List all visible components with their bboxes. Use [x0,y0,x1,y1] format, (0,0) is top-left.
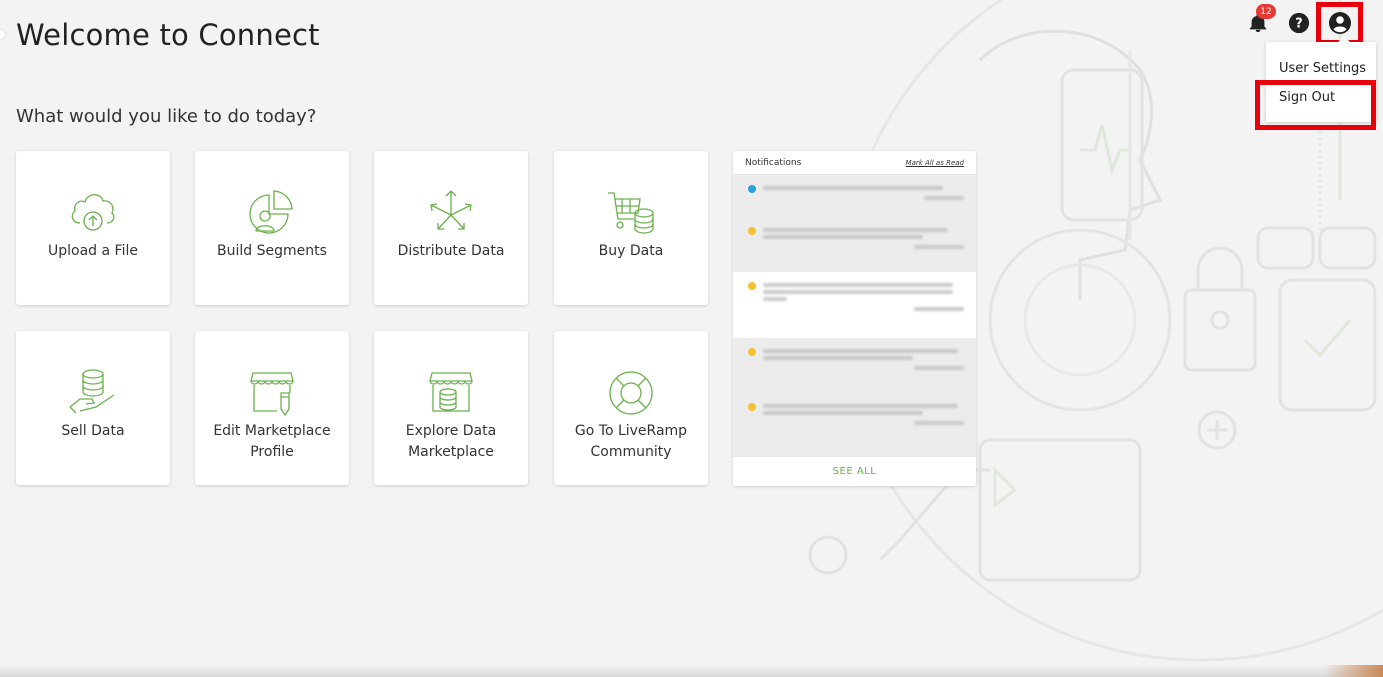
help-circle-icon: ? [1288,12,1310,34]
notification-item[interactable] [733,338,976,393]
lifebuoy-icon [609,371,653,415]
storefront-edit-icon [250,372,294,417]
cloud-upload-icon [71,194,115,231]
help-button[interactable]: ? [1287,11,1311,35]
tile-label: Buy Data [598,243,664,259]
tile-label: Build Segments [217,243,327,259]
tile-label: Sell Data [61,423,125,439]
sign-out-menu-item[interactable]: Sign Out [1279,90,1335,105]
upload-file-tile[interactable]: Upload a File [16,151,170,305]
tile-label: Upload a File [48,243,138,259]
notifications-footer: SEE ALL [733,456,976,486]
notifications-panel: Notifications Mark All as Read SEE ALL [733,151,976,486]
bottom-corner-accent [1323,665,1383,677]
tile-label: Edit Marketplace Profile [213,423,331,460]
notification-item[interactable] [733,272,976,338]
warning-icon [748,282,756,290]
edit-marketplace-profile-tile[interactable]: Edit Marketplace Profile [195,331,349,485]
distribute-data-tile[interactable]: Distribute Data [374,151,528,305]
warning-icon [748,227,756,235]
build-segments-tile[interactable]: Build Segments [195,151,349,305]
notification-item[interactable] [733,217,976,272]
warning-icon [748,403,756,411]
menu-caret [1338,36,1350,42]
liveramp-community-tile[interactable]: Go To LiveRamp Community [554,331,708,485]
tile-label: Explore Data Marketplace [405,423,497,460]
hand-database-icon [69,369,115,414]
notifications-title: Notifications [745,157,802,168]
see-all-link[interactable]: SEE ALL [833,466,877,477]
tile-label: Distribute Data [397,243,505,259]
notifications-header: Notifications Mark All as Read [733,151,976,175]
storefront-database-icon [429,372,473,412]
notification-item[interactable] [733,175,976,217]
user-menu: User Settings Sign Out [1266,36,1376,122]
notifications-button[interactable]: 12 [1246,4,1276,35]
sell-data-tile[interactable]: Sell Data [16,331,170,485]
warning-icon [748,348,756,356]
user-circle-icon [1329,12,1351,34]
notifications-list[interactable] [733,175,976,456]
segment-pie-icon [249,190,293,234]
cart-database-icon [608,192,654,234]
bottom-edge [0,665,1383,677]
side-handle[interactable] [0,30,5,39]
explore-data-marketplace-tile[interactable]: Explore Data Marketplace [374,331,528,485]
tile-label: Go To LiveRamp Community [574,423,688,460]
header-actions: 12 ? [1246,4,1352,35]
distribute-arrows-icon [430,190,472,230]
page-subtitle: What would you like to do today? [16,106,317,127]
mark-all-read-link[interactable]: Mark All as Read [906,159,964,167]
buy-data-tile[interactable]: Buy Data [554,151,708,305]
svg-text:?: ? [1295,17,1302,32]
info-icon [748,185,756,193]
notification-count-badge: 12 [1256,4,1276,19]
notification-item[interactable] [733,393,976,456]
page-title: Welcome to Connect [16,18,320,52]
profile-button[interactable] [1328,11,1352,35]
user-settings-menu-item[interactable]: User Settings [1279,61,1366,76]
